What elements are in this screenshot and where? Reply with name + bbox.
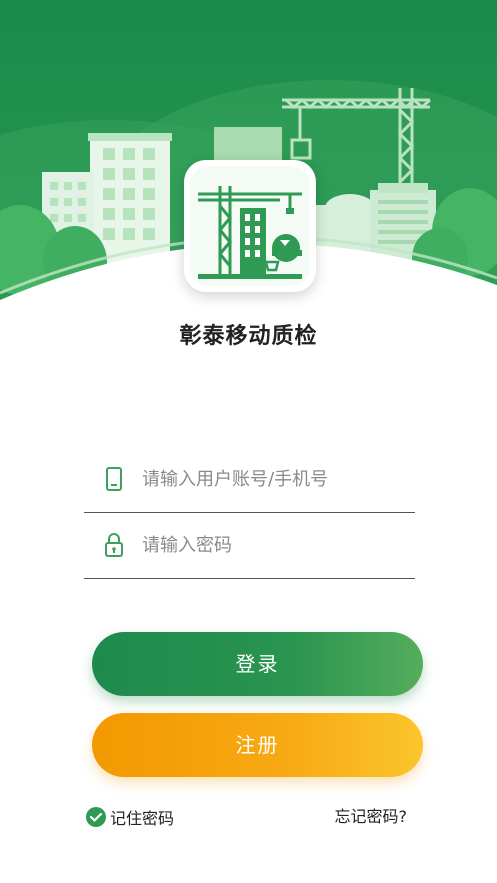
remember-password-toggle[interactable]: 记住密码 [86, 804, 174, 830]
password-field[interactable] [84, 514, 415, 579]
app-logo [184, 160, 316, 292]
account-field[interactable] [84, 448, 415, 513]
forgot-password-link[interactable]: 忘记密码? [335, 804, 408, 830]
password-input[interactable] [142, 526, 402, 564]
phone-icon [104, 466, 124, 492]
account-input[interactable] [142, 460, 402, 498]
app-title: 彰泰移动质检 [179, 324, 318, 349]
register-button[interactable]: 注册 [92, 713, 423, 777]
login-button[interactable]: 登录 [92, 632, 423, 696]
check-circle-icon[interactable] [86, 807, 106, 827]
lock-icon [104, 532, 124, 558]
remember-password-label: 记住密码 [110, 809, 175, 828]
